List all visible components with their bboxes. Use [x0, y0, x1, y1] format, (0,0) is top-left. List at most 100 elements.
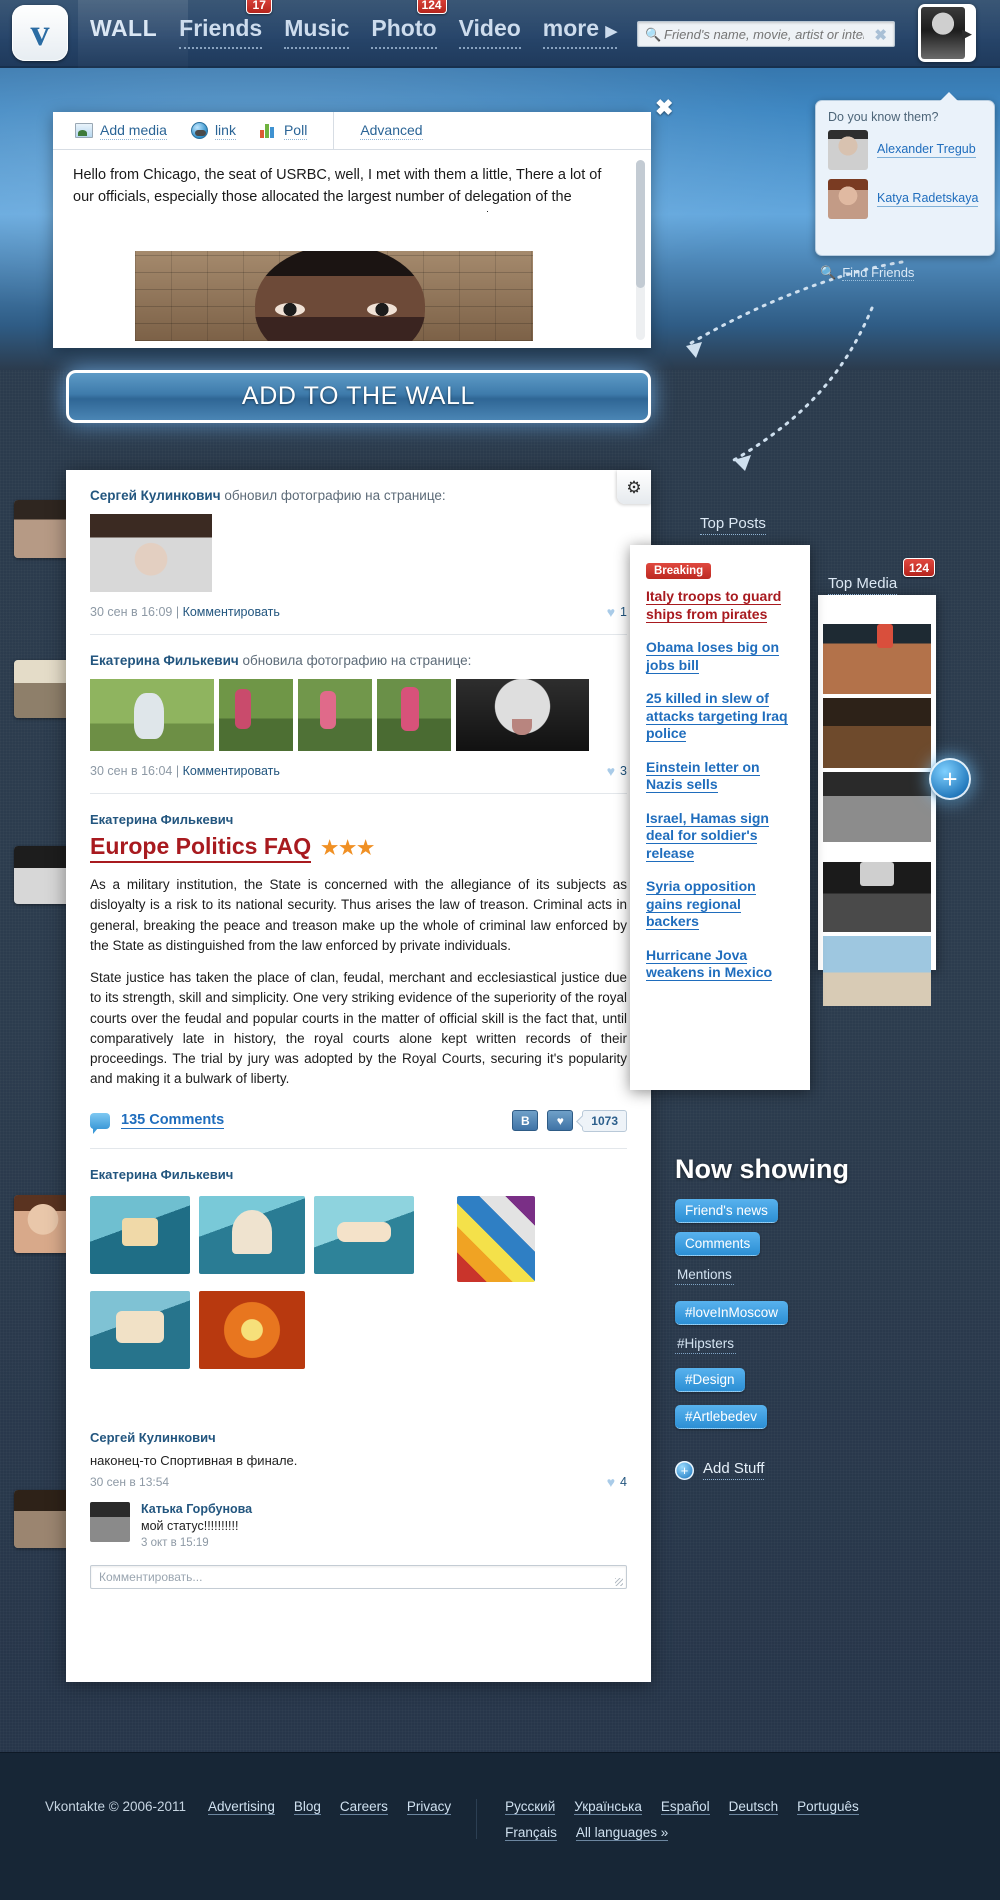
gallery-image[interactable]	[457, 1195, 535, 1282]
search-icon: 🔍	[645, 27, 662, 42]
top-post-headline[interactable]: Hurricane Jova weakens in Mexico	[646, 946, 794, 982]
filter-tag-artlebedev[interactable]: #Artlebedev	[675, 1405, 768, 1430]
footer-link-privacy[interactable]: Privacy	[406, 1799, 452, 1815]
like-counter[interactable]: ♥ 3	[607, 763, 627, 779]
gallery-image[interactable]	[199, 1290, 305, 1369]
like-button[interactable]: ♥	[547, 1110, 574, 1131]
close-icon[interactable]: ✖	[655, 95, 673, 121]
find-friends-link[interactable]: 🔍 Find Friends	[820, 265, 915, 281]
clear-icon[interactable]: ✖	[874, 26, 887, 44]
post-photo[interactable]	[377, 679, 451, 751]
post-photo[interactable]	[90, 679, 214, 751]
page-root: v WALL 17 Friends Music 124 Photo Video …	[0, 0, 1000, 1900]
suggested-friend-name[interactable]: Katya Radetskaya	[877, 191, 979, 208]
post-photo[interactable]	[219, 679, 293, 751]
list-item[interactable]	[14, 1195, 72, 1253]
media-thumb[interactable]	[823, 862, 931, 932]
post-photo[interactable]	[456, 679, 589, 751]
site-logo[interactable]: v	[12, 5, 68, 61]
share-button[interactable]: B	[512, 1110, 539, 1131]
filter-tag-hipsters[interactable]: #Hipsters	[675, 1334, 737, 1355]
gallery-image[interactable]	[90, 1290, 190, 1369]
add-to-wall-button[interactable]: ADD TO THE WALL	[66, 370, 651, 423]
user-avatar-menu[interactable]: ▶	[918, 4, 976, 62]
comment-link[interactable]: Комментировать	[183, 605, 280, 619]
comments-group[interactable]: 135 Comments	[90, 1112, 225, 1134]
lang-fr[interactable]: Français	[505, 1825, 557, 1841]
post-photo[interactable]	[90, 514, 212, 592]
list-item[interactable]	[14, 500, 72, 558]
list-item[interactable]	[14, 846, 72, 904]
scrollbar-thumb[interactable]	[636, 160, 645, 288]
nav-item-friends[interactable]: 17 Friends	[179, 0, 273, 49]
post-author[interactable]: Екатерина Филькевич	[90, 653, 239, 668]
footer-link-blog[interactable]: Blog	[293, 1799, 321, 1815]
suggested-friend-name[interactable]: Alexander Tregub	[877, 142, 976, 159]
top-posts-label[interactable]: Top Posts	[700, 515, 766, 535]
nav-item-music[interactable]: Music	[284, 15, 350, 49]
lang-ru[interactable]: Русский	[505, 1799, 556, 1815]
top-post-headline[interactable]: Einstein letter on Nazis sells	[646, 758, 794, 794]
search-input[interactable]	[664, 25, 864, 44]
like-counter[interactable]: ♥ 4	[607, 1474, 627, 1490]
post-photo[interactable]	[298, 679, 372, 751]
footer-link-careers[interactable]: Careers	[339, 1799, 388, 1815]
media-thumb[interactable]	[823, 624, 931, 694]
lang-pt[interactable]: Português	[797, 1799, 859, 1815]
media-thumb[interactable]	[823, 936, 931, 1006]
top-post-headline[interactable]: Italy troops to guard ships from pirates	[646, 588, 794, 623]
composer-scrollbar[interactable]	[636, 160, 645, 340]
top-post-headline[interactable]: 25 killed in slew of attacks targeting I…	[646, 690, 794, 743]
comment-link[interactable]: Комментировать	[183, 764, 280, 778]
media-thumb[interactable]	[823, 698, 931, 768]
nav-item-photo[interactable]: 124 Photo	[371, 0, 447, 49]
nav-item-more[interactable]: more ▶	[542, 15, 617, 49]
gallery-image[interactable]	[199, 1195, 305, 1274]
list-item[interactable]	[14, 660, 72, 718]
post-author[interactable]: Екатерина Филькевич	[90, 1167, 627, 1182]
advanced-button[interactable]: Advanced	[360, 122, 423, 140]
image-icon	[75, 123, 93, 138]
media-thumb[interactable]	[823, 772, 931, 842]
like-counter[interactable]: ♥ 1	[607, 604, 627, 620]
comments-link[interactable]: 135 Comments	[121, 1112, 225, 1129]
filter-tag-mentions[interactable]: Mentions	[675, 1265, 734, 1286]
add-stuff-button[interactable]: + Add Stuff	[675, 1460, 905, 1481]
heart-icon: ♥	[606, 1473, 616, 1490]
lang-es[interactable]: Español	[660, 1799, 710, 1815]
footer-link-advertising[interactable]: Advertising	[208, 1799, 275, 1815]
nav-item-wall[interactable]: WALL	[90, 15, 157, 47]
top-post-headline[interactable]: Syria opposition gains regional backers	[646, 878, 794, 931]
add-poll-button[interactable]: Poll	[259, 122, 308, 140]
add-media-fab[interactable]: +	[929, 758, 971, 800]
lang-all[interactable]: All languages »	[575, 1825, 669, 1841]
list-item[interactable]	[14, 1490, 72, 1548]
post-author[interactable]: Сергей Кулинкович	[90, 488, 221, 503]
gallery-image[interactable]	[314, 1195, 414, 1274]
suggested-friend[interactable]: Katya Radetskaya	[816, 179, 994, 228]
add-link-button[interactable]: link	[190, 122, 236, 140]
composer-textarea[interactable]: Hello from Chicago, the seat of USRBC, w…	[53, 150, 651, 212]
filter-tag-loveinmoscow[interactable]: #loveInMoscow	[675, 1301, 789, 1326]
nav-item-video[interactable]: Video	[458, 15, 521, 49]
search-box[interactable]: 🔍 ✖	[637, 21, 895, 47]
top-post-headline[interactable]: Israel, Hamas sign deal for soldier's re…	[646, 809, 794, 863]
filter-tag-design[interactable]: #Design	[675, 1368, 745, 1393]
suggested-friend[interactable]: Alexander Tregub	[816, 130, 994, 179]
lang-de[interactable]: Deutsch	[728, 1799, 779, 1815]
resize-grip-icon[interactable]	[615, 1577, 623, 1586]
post-author[interactable]: Екатерина Филькевич	[90, 812, 627, 827]
composer-attached-photo[interactable]	[135, 251, 533, 341]
filter-tag-friends-news[interactable]: Friend's news	[675, 1199, 778, 1224]
comment-author[interactable]: Катька Горбунова	[141, 1502, 252, 1516]
comment-input[interactable]: Комментировать...	[90, 1564, 627, 1589]
top-post-headline[interactable]: Obama loses big on jobs bill	[646, 639, 794, 674]
lang-uk[interactable]: Українська	[574, 1799, 642, 1815]
filter-tag-comments[interactable]: Comments	[675, 1232, 761, 1257]
top-media-label[interactable]: Top Media	[828, 575, 898, 595]
gallery-image[interactable]	[90, 1195, 190, 1274]
article-title[interactable]: Europe Politics FAQ ★★★	[90, 833, 627, 863]
feed-settings-button[interactable]: ⚙	[617, 470, 651, 504]
add-media-button[interactable]: Add media	[75, 122, 167, 140]
post-author[interactable]: Сергей Кулинкович	[90, 1430, 627, 1445]
